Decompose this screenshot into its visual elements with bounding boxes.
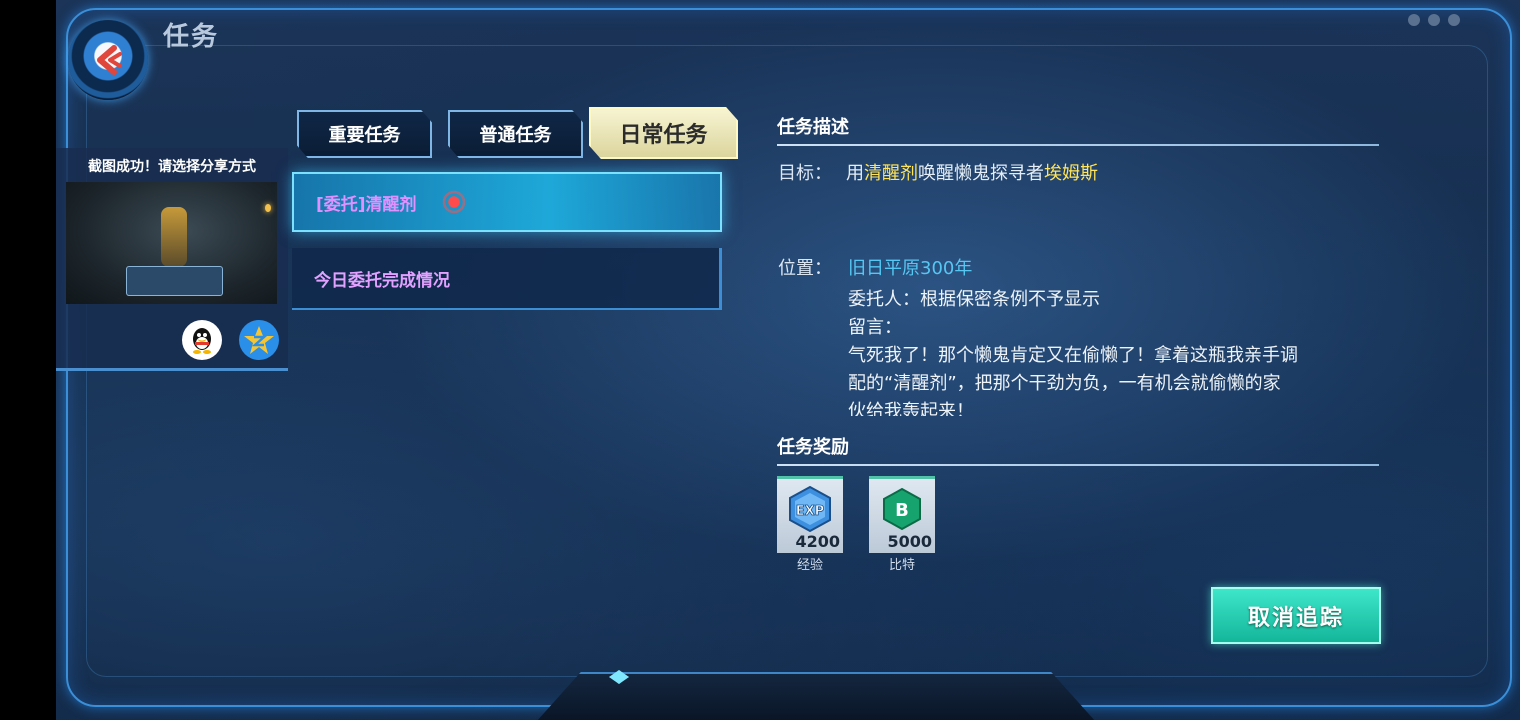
quest-description: 委托人：根据保密条例不予显示 留言： 气死我了！那个懒鬼肯定又在偷懒了！拿着这瓶… [848,286,1368,416]
tab-daily[interactable]: 日常任务 [589,107,738,159]
exp-icon: EXP [789,485,831,533]
cancel-tracking-button[interactable]: 取消追踪 [1211,587,1381,644]
location-value: 旧日平原300年 [848,258,973,279]
reward-label: 比特 [888,558,915,573]
quest-screen: 任务 截图成功！请选择分享方式 重要任务 普通任务 日常任务 [委托]清醒剂 今… [56,0,1520,720]
desc-line: 配的“清醒剂”，把那个干劲为负，一有机会就偷懒的家 [848,373,1281,394]
reward-amount: 5000 [887,532,932,551]
lamp-light [265,204,271,212]
quest-label: 今日委托完成情况 [314,270,450,291]
bit-icon: B [883,487,921,531]
share-panel: 截图成功！请选择分享方式 [56,148,288,371]
page-title: 任务 [163,22,220,52]
svg-text:EXP: EXP [796,504,824,519]
quest-label: [委托]清醒剂 [316,194,417,215]
share-title: 截图成功！请选择分享方式 [88,159,256,175]
desc-line: 留言： [848,317,902,338]
tab-important[interactable]: 重要任务 [297,110,432,158]
reward-bit[interactable]: B 5000 [869,476,935,553]
menu-dots-icon[interactable] [1408,14,1460,26]
quest-item-sober-potion[interactable]: [委托]清醒剂 [292,172,722,232]
reward-label: 经验 [796,558,823,573]
desc-line: 气死我了！那个懒鬼肯定又在偷懒了！拿着这瓶我亲手调 [848,345,1298,366]
back-button[interactable] [68,20,148,100]
description-title: 任务描述 [777,117,849,138]
quest-item-daily-progress[interactable]: 今日委托完成情况 [292,248,722,310]
share-qq-button[interactable] [182,320,222,360]
qzone-icon [244,326,274,354]
tracking-icon [438,187,469,217]
thumbnail-dialog [126,266,223,296]
description-divider [777,144,1379,146]
goal-text: 用清醒剂唤醒懒鬼探寻者埃姆斯 [846,163,1098,184]
back-arrow-icon [97,45,122,75]
share-qzone-button[interactable] [239,320,279,360]
tab-normal[interactable]: 普通任务 [448,110,583,158]
svg-text:B: B [895,500,909,521]
screenshot-thumbnail[interactable] [66,182,277,304]
desc-line: 伙给我轰起来！ [848,401,974,416]
reward-exp[interactable]: EXP 4200 [777,476,843,553]
rewards-divider [777,464,1379,466]
desc-line: 委托人：根据保密条例不予显示 [848,289,1100,310]
goal-label: 目标： [778,163,832,184]
reward-amount: 4200 [795,532,840,551]
rewards-title: 任务奖励 [777,437,849,458]
qq-icon [193,328,211,354]
character-figure [161,207,187,267]
location-label: 位置： [778,258,832,279]
